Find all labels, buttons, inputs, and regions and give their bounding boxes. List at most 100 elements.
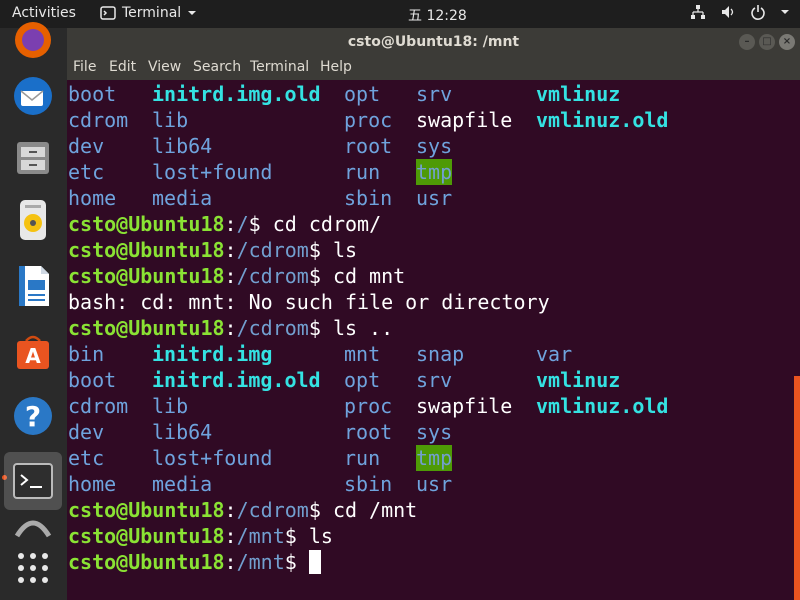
network-icon[interactable] (690, 4, 706, 20)
terminal-line: dev lib64 root sys (68, 133, 793, 159)
dock-firefox[interactable] (9, 16, 57, 64)
ls-entry: srv (416, 82, 453, 106)
system-tray[interactable] (690, 4, 790, 20)
prompt-path: /cdrom (236, 238, 309, 262)
ls-entry: media (152, 186, 213, 210)
menu-search[interactable]: Search (193, 59, 241, 75)
ls-entry: lost+found (152, 446, 273, 470)
dock-writer[interactable] (9, 262, 57, 310)
app-menu-label: Terminal (122, 5, 182, 21)
thunderbird-icon (14, 77, 52, 115)
command-text: cd mnt (332, 264, 406, 288)
app-menu[interactable]: Terminal (100, 5, 197, 21)
software-icon: A (17, 335, 49, 369)
ls-entry: bin (68, 342, 105, 366)
terminal-window: csto@Ubuntu18: /mnt – □ × File Edit View… (67, 28, 800, 600)
close-button[interactable]: × (779, 34, 795, 50)
ls-entry: sys (416, 134, 453, 158)
dock-partial-app[interactable] (9, 514, 57, 538)
prompt-symbol: $ (284, 550, 309, 574)
ls-entry: var (536, 342, 573, 366)
terminal-line: bash: cd: mnt: No such file or directory (68, 289, 793, 315)
scrollbar[interactable] (794, 376, 800, 600)
dock-rhythmbox[interactable] (9, 196, 57, 244)
terminal-line: cdrom lib proc swapfile vmlinuz.old (68, 107, 793, 133)
command-text: ls .. (332, 316, 394, 340)
files-icon (17, 142, 49, 174)
ls-entry: etc (68, 446, 105, 470)
terminal-line: etc lost+found run tmp (68, 159, 793, 185)
terminal-line: boot initrd.img.old opt srv vmlinuz (68, 81, 793, 107)
ls-entry: cdrom (68, 394, 129, 418)
ls-entry: boot (68, 82, 117, 106)
partial-app-icon (14, 520, 52, 538)
dock-help[interactable]: ? (9, 392, 57, 440)
ls-entry: initrd.img (152, 342, 273, 366)
dock-show-apps[interactable] (9, 544, 57, 592)
menu-view[interactable]: View (148, 59, 181, 75)
prompt-user: csto@Ubuntu18 (68, 498, 225, 522)
maximize-button[interactable]: □ (759, 34, 775, 50)
menu-terminal[interactable]: Terminal (250, 59, 309, 75)
chevron-down-icon (188, 11, 197, 15)
menu-help[interactable]: Help (320, 59, 352, 75)
terminal-icon (13, 463, 53, 499)
ls-entry: usr (416, 186, 453, 210)
prompt-user: csto@Ubuntu18 (68, 212, 225, 236)
command-text: cd cdrom/ (272, 212, 382, 236)
system-menu-chevron-icon[interactable] (780, 7, 790, 17)
volume-icon[interactable] (720, 4, 736, 20)
terminal-output[interactable]: boot initrd.img.old opt srv vmlinuz cdrom lib p… (67, 80, 800, 600)
top-panel: Activities Terminal 五 12:28 (0, 0, 800, 28)
prompt-separator: : (224, 524, 237, 548)
power-icon[interactable] (750, 4, 766, 20)
terminal-line: csto@Ubuntu18:/cdrom$ ls (68, 237, 793, 263)
prompt-user: csto@Ubuntu18 (68, 264, 225, 288)
ls-entry: root (344, 134, 393, 158)
terminal-line: dev lib64 root sys (68, 419, 793, 445)
svg-text:A: A (25, 344, 41, 368)
prompt-user: csto@Ubuntu18 (68, 238, 225, 262)
dock-terminal[interactable] (4, 452, 62, 510)
window-title: csto@Ubuntu18: /mnt (347, 34, 520, 50)
ls-entry: lib64 (152, 420, 213, 444)
clock[interactable]: 五 12:28 (408, 5, 467, 25)
prompt-symbol: $ (284, 524, 309, 548)
terminal-line: etc lost+found run tmp (68, 445, 793, 471)
ls-entry: tmp (416, 445, 453, 471)
ls-entry: boot (68, 368, 117, 392)
dock-thunderbird[interactable] (9, 72, 57, 120)
prompt-path: /cdrom (236, 264, 309, 288)
prompt-user: csto@Ubuntu18 (68, 316, 225, 340)
command-text: cd /mnt (332, 498, 418, 522)
ls-entry: swapfile (416, 394, 513, 418)
ls-entry: tmp (416, 159, 453, 185)
rhythmbox-icon (20, 200, 46, 240)
ls-entry: swapfile (416, 108, 513, 132)
writer-icon (19, 266, 49, 306)
firefox-icon (15, 22, 51, 58)
menu-file[interactable]: File (73, 59, 96, 75)
dock-software[interactable]: A (9, 328, 57, 376)
ls-entry: lost+found (152, 160, 273, 184)
prompt-path: /mnt (236, 524, 285, 548)
dock-files[interactable] (9, 134, 57, 182)
window-titlebar[interactable]: csto@Ubuntu18: /mnt – □ × (67, 28, 800, 56)
terminal-line: csto@Ubuntu18:/cdrom$ cd /mnt (68, 497, 793, 523)
ls-entry: run (344, 160, 381, 184)
ls-entry: vmlinuz.old (536, 394, 669, 418)
prompt-symbol: $ (308, 316, 333, 340)
ls-entry: dev (68, 420, 105, 444)
text-cursor (308, 550, 321, 574)
prompt-symbol: $ (308, 498, 333, 522)
command-text: ls (308, 524, 333, 548)
error-message: bash: cd: mnt: No such file or directory (68, 290, 550, 314)
ls-entry: home (68, 186, 117, 210)
ls-entry: run (344, 446, 381, 470)
prompt-symbol: $ (248, 212, 273, 236)
menu-edit[interactable]: Edit (109, 59, 136, 75)
prompt-separator: : (224, 498, 237, 522)
minimize-button[interactable]: – (739, 34, 755, 50)
ls-entry: proc (344, 108, 393, 132)
ls-entry: initrd.img.old (152, 82, 321, 106)
